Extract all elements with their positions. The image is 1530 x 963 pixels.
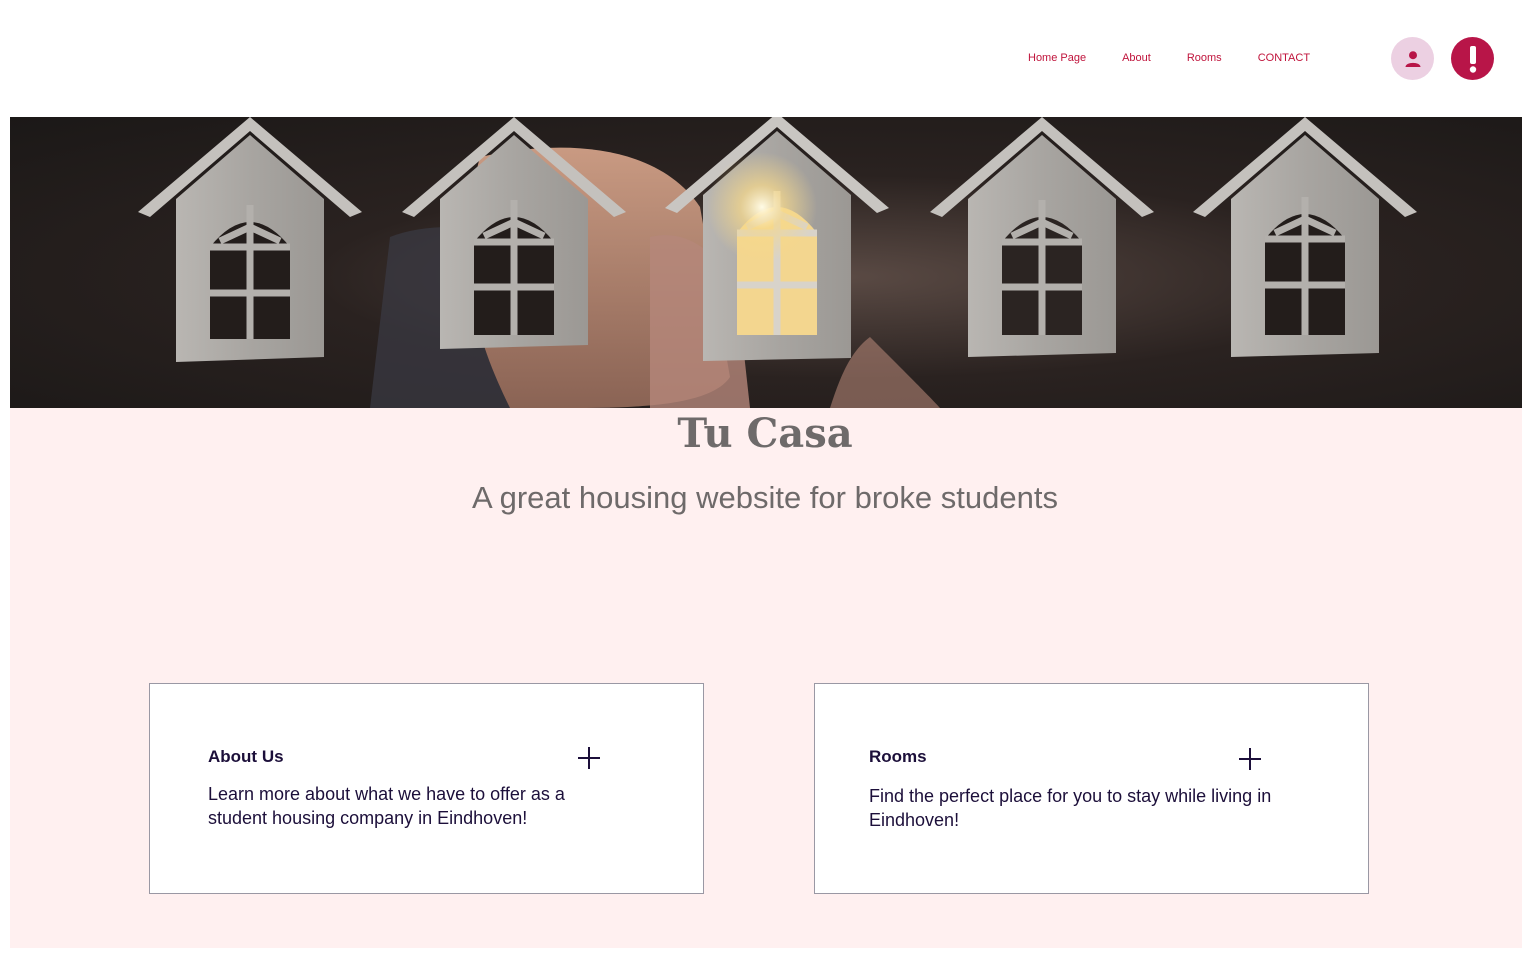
plus-icon[interactable] <box>578 747 600 769</box>
hero-image <box>10 117 1522 408</box>
rooms-card[interactable]: Rooms Find the perfect place for you to … <box>814 683 1369 894</box>
page-subtitle: A great housing website for broke studen… <box>472 480 1058 515</box>
page-title: Tu Casa <box>677 410 853 457</box>
nav-rooms[interactable]: Rooms <box>1169 50 1240 66</box>
card-description: Find the perfect place for you to stay w… <box>869 786 1272 830</box>
nav-contact[interactable]: CONTACT <box>1240 50 1328 66</box>
user-icon <box>1405 50 1420 67</box>
nav-home-page[interactable]: Home Page <box>1010 50 1104 66</box>
exclamation-icon <box>1469 45 1476 73</box>
card-title: About Us <box>208 747 284 766</box>
plus-icon[interactable] <box>1239 748 1261 770</box>
hero-illustration <box>138 117 1417 408</box>
nav-about[interactable]: About <box>1104 50 1169 66</box>
alert-button[interactable] <box>1451 37 1494 80</box>
user-account-button[interactable] <box>1391 37 1434 80</box>
page: Home Page About Rooms CONTACT Tu Casa A … <box>0 0 1530 963</box>
card-description: Learn more about what we have to offer a… <box>208 784 565 828</box>
main-nav: Home Page About Rooms CONTACT <box>1010 50 1328 66</box>
card-title: Rooms <box>869 747 927 766</box>
about-us-card[interactable]: About Us Learn more about what we have t… <box>149 683 704 894</box>
